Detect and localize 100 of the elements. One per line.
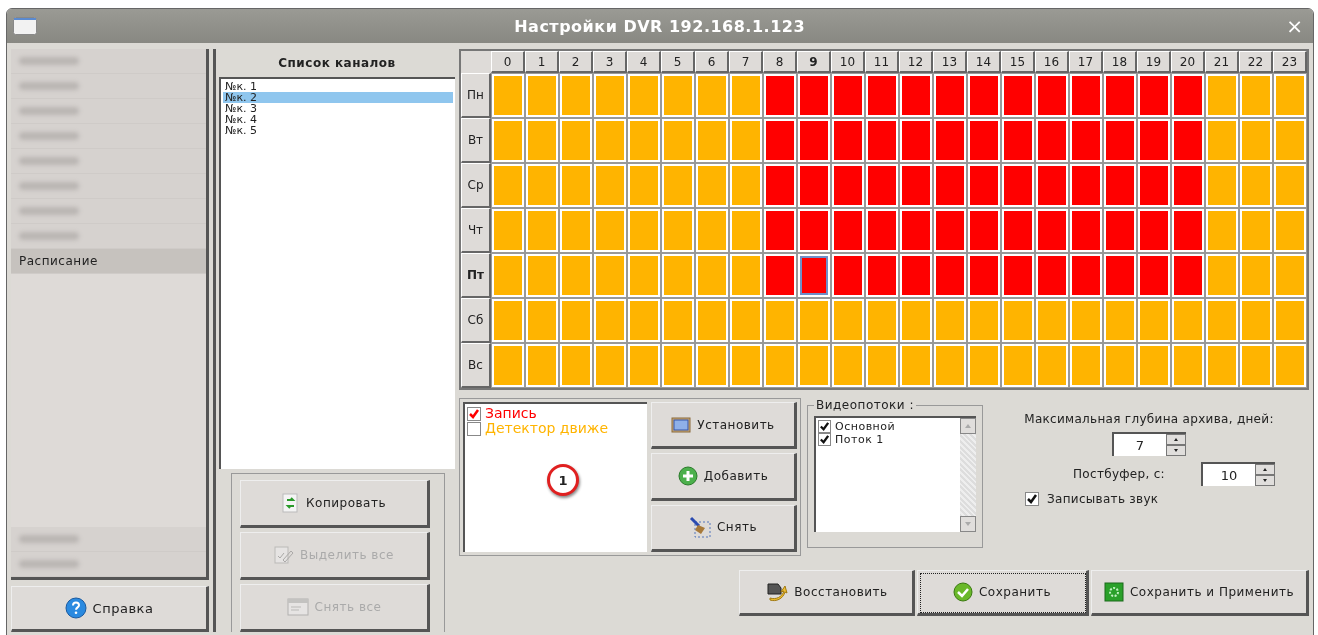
hour-header[interactable]: 1 <box>525 51 559 73</box>
channel-item[interactable]: №к. 1 <box>223 80 453 92</box>
hour-header[interactable]: 7 <box>729 51 763 73</box>
hour-header[interactable]: 17 <box>1069 51 1103 73</box>
schedule-cell[interactable] <box>1273 163 1307 208</box>
schedule-cell[interactable] <box>933 343 967 388</box>
channel-item[interactable]: №к. 5 <box>223 124 453 136</box>
schedule-cell[interactable] <box>1205 208 1239 253</box>
schedule-cell[interactable] <box>899 298 933 343</box>
schedule-cell[interactable] <box>763 208 797 253</box>
schedule-cell[interactable] <box>865 118 899 163</box>
schedule-cell[interactable] <box>1103 208 1137 253</box>
channel-item[interactable]: №к. 2 <box>223 91 453 103</box>
hour-header[interactable]: 14 <box>967 51 1001 73</box>
schedule-cell[interactable] <box>1069 118 1103 163</box>
schedule-cell[interactable] <box>1137 253 1171 298</box>
help-button[interactable]: Справка <box>11 586 209 632</box>
hour-header[interactable]: 18 <box>1103 51 1137 73</box>
schedule-cell[interactable] <box>1239 253 1273 298</box>
schedule-cell[interactable] <box>1137 208 1171 253</box>
schedule-cell[interactable] <box>933 298 967 343</box>
schedule-cell[interactable] <box>627 208 661 253</box>
hour-header[interactable]: 16 <box>1035 51 1069 73</box>
schedule-cell[interactable] <box>1137 343 1171 388</box>
schedule-cell[interactable] <box>1171 298 1205 343</box>
schedule-cell[interactable] <box>695 208 729 253</box>
dialog-button[interactable]: Восстановить <box>739 570 915 616</box>
schedule-cell[interactable] <box>729 253 763 298</box>
hour-header[interactable]: 4 <box>627 51 661 73</box>
dialog-button[interactable]: Сохранить <box>917 570 1089 616</box>
schedule-cell[interactable] <box>967 73 1001 118</box>
schedule-cell[interactable] <box>593 208 627 253</box>
schedule-cell[interactable] <box>627 298 661 343</box>
scrollbar[interactable] <box>960 418 976 532</box>
schedule-cell[interactable] <box>899 208 933 253</box>
schedule-cell[interactable] <box>1103 118 1137 163</box>
schedule-cell[interactable] <box>1239 163 1273 208</box>
schedule-cell[interactable] <box>1103 298 1137 343</box>
schedule-cell[interactable] <box>865 163 899 208</box>
schedule-cell[interactable] <box>1069 298 1103 343</box>
schedule-cell[interactable] <box>1103 73 1137 118</box>
schedule-cell[interactable] <box>1239 343 1273 388</box>
schedule-cell[interactable] <box>865 73 899 118</box>
hour-header[interactable]: 0 <box>491 51 525 73</box>
schedule-cell[interactable] <box>1171 118 1205 163</box>
schedule-cell[interactable] <box>967 253 1001 298</box>
schedule-cell[interactable] <box>899 343 933 388</box>
schedule-cell[interactable] <box>525 343 559 388</box>
schedule-cell[interactable] <box>797 73 831 118</box>
mode-action-button[interactable]: Установить <box>651 402 797 450</box>
schedule-cell[interactable] <box>729 73 763 118</box>
schedule-cell[interactable] <box>763 298 797 343</box>
schedule-cell[interactable] <box>1273 118 1307 163</box>
mode-action-button[interactable]: Снять <box>651 504 797 552</box>
schedule-cell[interactable] <box>1273 73 1307 118</box>
schedule-cell[interactable] <box>1239 118 1273 163</box>
schedule-cell[interactable] <box>593 343 627 388</box>
schedule-cell[interactable] <box>933 253 967 298</box>
schedule-cell[interactable] <box>559 163 593 208</box>
schedule-cell[interactable] <box>763 163 797 208</box>
hour-header[interactable]: 13 <box>933 51 967 73</box>
schedule-cell[interactable] <box>1069 208 1103 253</box>
schedule-cell[interactable] <box>1171 163 1205 208</box>
number-spinbox[interactable]: 7 <box>1112 432 1186 456</box>
schedule-cell[interactable] <box>1035 253 1069 298</box>
day-header[interactable]: Вс <box>461 343 491 388</box>
schedule-cell[interactable] <box>763 73 797 118</box>
schedule-cell[interactable] <box>797 208 831 253</box>
schedule-cell[interactable] <box>491 73 525 118</box>
schedule-cell[interactable] <box>1069 73 1103 118</box>
schedule-cell[interactable] <box>593 73 627 118</box>
schedule-cell[interactable] <box>1171 343 1205 388</box>
schedule-cell[interactable] <box>593 163 627 208</box>
schedule-cell[interactable] <box>627 343 661 388</box>
hour-header[interactable]: 21 <box>1205 51 1239 73</box>
schedule-cell[interactable] <box>967 298 1001 343</box>
schedule-cell[interactable] <box>797 163 831 208</box>
schedule-cell[interactable] <box>899 163 933 208</box>
schedule-cell[interactable] <box>1035 343 1069 388</box>
day-header[interactable]: Чт <box>461 208 491 253</box>
hour-header[interactable]: 5 <box>661 51 695 73</box>
schedule-cell[interactable] <box>593 253 627 298</box>
schedule-cell[interactable] <box>967 118 1001 163</box>
dialog-button[interactable]: Сохранить и Применить <box>1091 570 1309 616</box>
hour-header[interactable]: 2 <box>559 51 593 73</box>
schedule-cell[interactable] <box>729 118 763 163</box>
menu-item[interactable]: Расписание <box>11 249 206 274</box>
checkbox[interactable] <box>1025 492 1039 506</box>
hour-header[interactable]: 11 <box>865 51 899 73</box>
schedule-cell[interactable] <box>1239 208 1273 253</box>
schedule-cell[interactable] <box>627 253 661 298</box>
checkbox[interactable] <box>818 433 831 446</box>
schedule-cell[interactable] <box>1137 73 1171 118</box>
schedule-cell[interactable] <box>695 118 729 163</box>
schedule-cell[interactable] <box>525 208 559 253</box>
schedule-cell[interactable] <box>763 343 797 388</box>
day-header[interactable]: Сб <box>461 298 491 343</box>
schedule-cell[interactable] <box>729 343 763 388</box>
schedule-cell[interactable] <box>933 73 967 118</box>
schedule-cell[interactable] <box>1273 253 1307 298</box>
